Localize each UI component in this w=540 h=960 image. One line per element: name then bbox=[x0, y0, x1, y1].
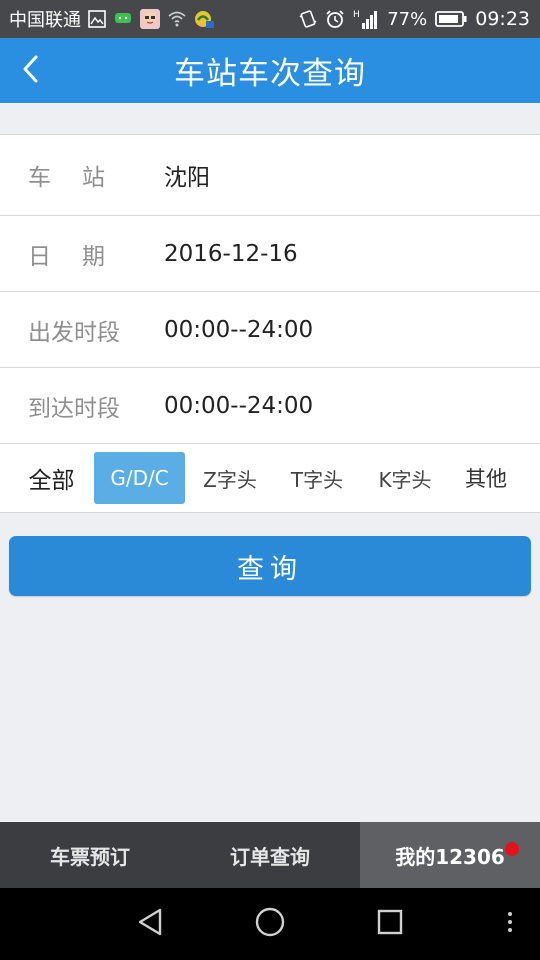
bottom-tab-bar: 车票预订 订单查询 我的12306 bbox=[0, 822, 540, 888]
signal-icon: H bbox=[353, 8, 379, 30]
filter-t-chip[interactable]: T字头 bbox=[275, 452, 359, 504]
nav-recents-button[interactable] bbox=[360, 888, 420, 960]
back-button[interactable] bbox=[8, 46, 52, 96]
alarm-icon bbox=[325, 9, 345, 29]
depart-time-row[interactable]: 出发时段 00:00--24:00 bbox=[0, 292, 540, 368]
filter-z-chip[interactable]: Z字头 bbox=[185, 452, 275, 504]
battery-percent: 77% bbox=[387, 8, 428, 30]
query-button[interactable]: 查询 bbox=[9, 536, 531, 596]
train-type-filter-row: 全部 G/D/C Z字头 T字头 K字头 其他 bbox=[0, 444, 540, 512]
arrive-time-row[interactable]: 到达时段 00:00--24:00 bbox=[0, 368, 540, 444]
filter-other-chip[interactable]: 其他 bbox=[451, 452, 521, 504]
depart-time-label: 出发时段 bbox=[28, 319, 120, 346]
avatar-app-icon bbox=[140, 9, 160, 29]
status-bar: 中国联通 H 77% 09:23 bbox=[0, 0, 540, 38]
notification-dot bbox=[505, 842, 519, 856]
carrier-name: 中国联通 bbox=[9, 10, 81, 31]
nav-menu-button[interactable] bbox=[480, 888, 540, 960]
app-notification-icon bbox=[194, 9, 216, 29]
station-row[interactable]: 车站 沈阳 bbox=[0, 135, 540, 216]
chat-icon bbox=[113, 10, 133, 28]
clock: 09:23 bbox=[475, 8, 530, 30]
tab-ticket-booking[interactable]: 车票预订 bbox=[0, 822, 180, 888]
tab-label: 订单查询 bbox=[230, 844, 310, 869]
station-label: 车站 bbox=[28, 165, 136, 191]
more-vertical-icon bbox=[506, 910, 514, 938]
date-value[interactable]: 2016-12-16 bbox=[164, 241, 298, 267]
system-nav-bar bbox=[0, 888, 540, 960]
filter-all-button[interactable]: 全部 bbox=[15, 461, 88, 495]
page-title: 车站车次查询 bbox=[174, 56, 366, 92]
svg-text:H: H bbox=[353, 10, 360, 20]
train-type-filters: 全部 G/D/C Z字头 T字头 K字头 其他 bbox=[0, 444, 521, 512]
date-label: 日期 bbox=[28, 243, 136, 270]
tab-label: 我的12306 bbox=[395, 844, 505, 869]
filter-gdc-chip[interactable]: G/D/C bbox=[94, 452, 185, 504]
square-recents-icon bbox=[376, 908, 404, 940]
vibrate-icon bbox=[299, 9, 317, 29]
tab-label: 车票预订 bbox=[50, 844, 130, 869]
arrive-time-value[interactable]: 00:00--24:00 bbox=[164, 393, 313, 419]
battery-icon bbox=[435, 10, 467, 28]
image-icon bbox=[88, 10, 106, 28]
query-form: 车站 沈阳 日期 2016-12-16 出发时段 00:00--24:00 到达… bbox=[0, 134, 540, 513]
triangle-back-icon bbox=[136, 907, 164, 941]
tab-my-12306[interactable]: 我的12306 bbox=[360, 822, 540, 888]
circle-home-icon bbox=[254, 906, 286, 942]
app-header: 车站车次查询 bbox=[0, 38, 540, 103]
chevron-left-icon bbox=[20, 54, 40, 88]
depart-time-value[interactable]: 00:00--24:00 bbox=[164, 317, 313, 343]
date-row[interactable]: 日期 2016-12-16 bbox=[0, 216, 540, 292]
arrive-time-label: 到达时段 bbox=[28, 395, 120, 422]
wifi-icon bbox=[167, 10, 187, 28]
nav-home-button[interactable] bbox=[240, 888, 300, 960]
tab-order-query[interactable]: 订单查询 bbox=[180, 822, 360, 888]
nav-back-button[interactable] bbox=[120, 888, 180, 960]
filter-k-chip[interactable]: K字头 bbox=[359, 452, 451, 504]
station-value[interactable]: 沈阳 bbox=[164, 158, 210, 192]
